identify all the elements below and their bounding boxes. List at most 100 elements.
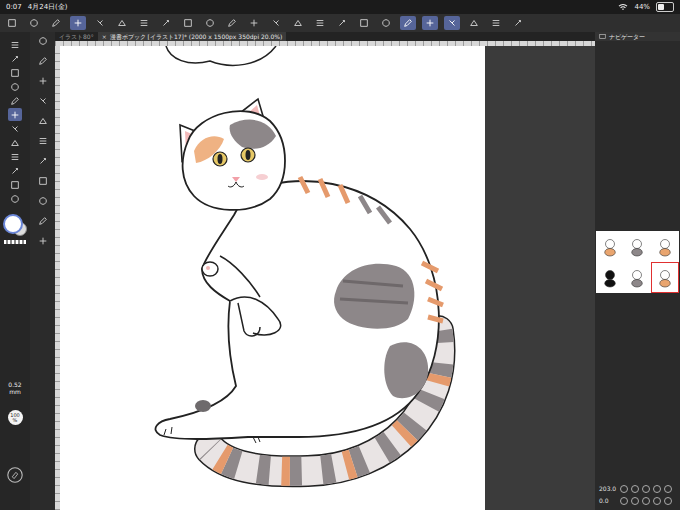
toolbar-button[interactable] [466,16,482,30]
tab-close[interactable]: × [102,33,107,41]
sub-tool-button[interactable] [36,54,49,67]
toolbar-button[interactable] [510,16,526,30]
sub-tool-button[interactable] [36,34,49,47]
page-thumbnail [651,262,679,293]
clip-studio-screen: 0:074月24日(金)44% 0.52mm 100% イラスト80° ×漫書ポブック … [0,0,680,510]
square-icon [7,18,17,28]
cross-icon [271,18,281,28]
toolbar-button[interactable] [26,16,42,30]
toolbar-button[interactable] [422,16,438,30]
square-icon [183,18,193,28]
zoom-button[interactable] [664,485,672,493]
arrow-icon [38,156,48,166]
toolbar-button[interactable] [136,16,152,30]
toolbar-button[interactable] [356,16,372,30]
sub-tool-button[interactable] [36,74,49,87]
tab-label: イラスト80° [59,33,94,41]
rotation-button[interactable] [620,497,628,505]
cross-icon [38,96,48,106]
rotation-button[interactable] [653,497,661,505]
rotation-button[interactable] [631,497,639,505]
zoom-button[interactable] [631,485,639,493]
opacity-unit: % [13,418,18,423]
plus-icon [249,18,259,28]
rotation-value[interactable]: 0.0 [599,497,617,505]
toolbar-button[interactable] [114,16,130,30]
sub-tool-button[interactable] [36,194,49,207]
toolbar-button[interactable] [378,16,394,30]
tool-button[interactable] [8,38,22,51]
sub-tool-button[interactable] [36,114,49,127]
brush-size-value: 0.52 [8,381,21,388]
toolbar-button[interactable] [4,16,20,30]
tool-button[interactable] [8,80,22,93]
panel-title[interactable]: ナビゲーター [609,33,645,41]
toolbar-button[interactable] [246,16,262,30]
page-thumbnail [596,262,624,293]
tool-button[interactable] [8,66,22,79]
sub-tool-button[interactable] [36,234,49,247]
wifi-icon [618,3,628,11]
brush-opacity[interactable]: 100% [8,410,23,425]
arrow-icon [10,54,20,64]
triangle-icon [10,138,20,148]
toolbar-button[interactable] [290,16,306,30]
canvas-area[interactable] [55,46,595,510]
arrow-icon [513,18,523,28]
status-bar: 0:074月24日(金)44% [0,0,680,14]
vertical-ruler [55,46,60,510]
document-tab[interactable]: イラスト80° [55,32,98,41]
sub-tool-button[interactable] [36,214,49,227]
tool-button[interactable] [8,178,22,191]
circle-icon [29,18,39,28]
square-icon [10,68,20,78]
tool-button[interactable] [8,164,22,177]
tool-palette: 0.52mm 100% [0,32,30,510]
tool-button[interactable] [8,52,22,65]
tool-button[interactable] [8,122,22,135]
toolbar-button[interactable] [224,16,240,30]
toolbar-button[interactable] [180,16,196,30]
circle-icon [38,196,48,206]
color-indicator[interactable] [3,214,27,236]
rotation-button[interactable] [642,497,650,505]
toolbar-button[interactable] [158,16,174,30]
navigator-preview[interactable] [596,231,679,293]
toolbar-button[interactable] [202,16,218,30]
document-tab[interactable]: ×漫書ポブック [イラスト17]* (2000 x 1500px 350dpi … [98,32,287,41]
square-icon [10,180,20,190]
toolbar-button[interactable] [444,16,460,30]
toolbar-button[interactable] [92,16,108,30]
tool-button[interactable] [8,94,22,107]
toolbar-button[interactable] [312,16,328,30]
toolbar-button[interactable] [400,16,416,30]
illustration-canvas[interactable] [60,46,485,510]
tool-button[interactable] [8,192,22,205]
tool-button[interactable] [8,108,22,121]
brush-size[interactable]: 0.52mm [8,381,21,395]
toolbar-button[interactable] [48,16,64,30]
zoom-button[interactable] [653,485,661,493]
toolbar-button[interactable] [268,16,284,30]
toolbar-button[interactable] [334,16,350,30]
tool-button[interactable] [8,136,22,149]
toolbar-button[interactable] [488,16,504,30]
rotation-row: 0.0 [595,495,680,510]
sub-tool-button[interactable] [36,154,49,167]
cat-head [180,99,285,210]
transparent-color[interactable] [4,240,26,244]
sub-tool-button[interactable] [36,174,49,187]
sub-tool-button[interactable] [36,134,49,147]
zoom-button[interactable] [642,485,650,493]
tool-button[interactable] [8,150,22,163]
battery-icon [656,2,674,12]
sub-tool-button[interactable] [36,94,49,107]
cat-thumbnail-icon [628,267,646,289]
toolbar-button[interactable] [70,16,86,30]
zoom-value[interactable]: 203.0 [599,485,617,493]
main-color[interactable] [3,214,23,234]
zoom-button[interactable] [620,485,628,493]
modifier-key-icon[interactable] [6,466,24,484]
circle-icon [10,194,20,204]
rotation-button[interactable] [664,497,672,505]
